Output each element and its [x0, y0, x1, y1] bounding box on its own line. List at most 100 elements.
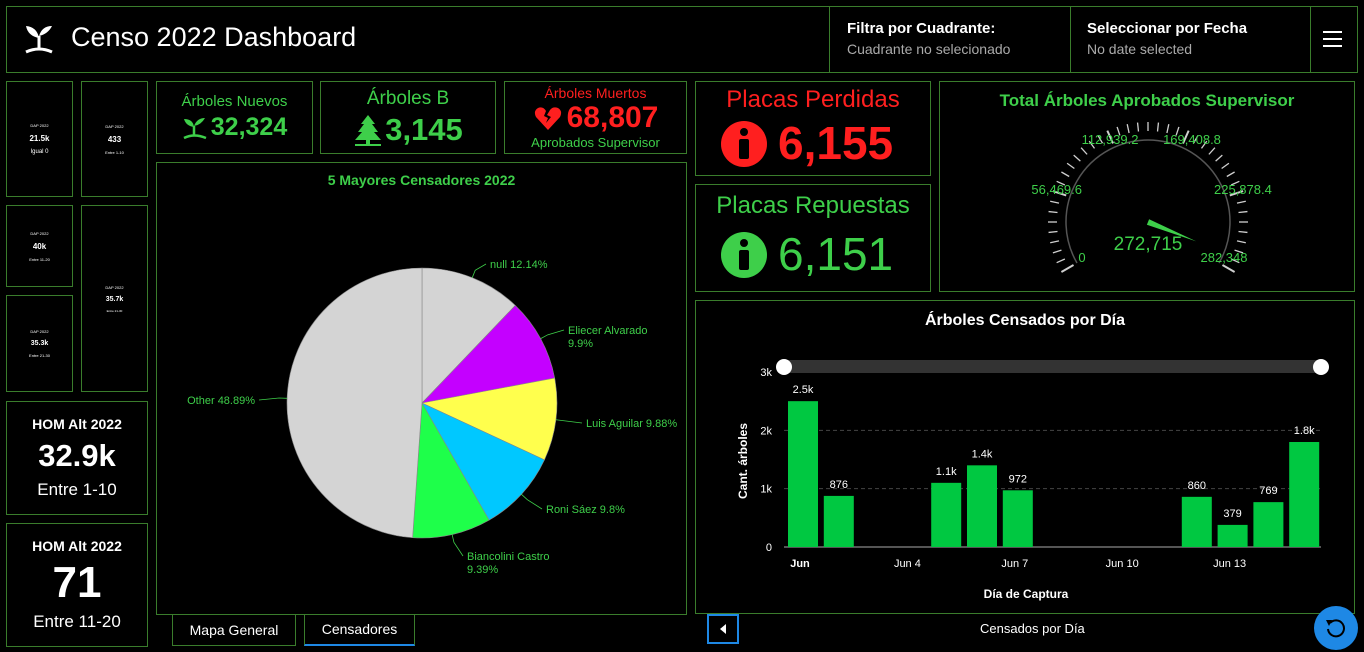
bar-data-label: 1.4k — [972, 448, 993, 460]
mini-card-value: 35.7k — [105, 295, 124, 303]
pie-chart-panel: 5 Mayores Censadores 2022 null 12.14% Eli… — [156, 162, 687, 615]
quadrant-filter[interactable]: Filtra por Cuadrante: Cuadrante no selec… — [847, 20, 1010, 57]
pie-slice — [286, 267, 423, 538]
pie-leader-line — [521, 494, 543, 510]
mini-card-sub: Entre 21-30 — [29, 353, 50, 358]
tab-label: Censadores — [321, 621, 398, 637]
x-tick-label: Jun 13 — [1213, 558, 1246, 570]
pie-leader-line — [555, 419, 583, 424]
tab-censadores[interactable]: Censadores — [304, 614, 415, 646]
hom-card-sub: Entre 1-10 — [37, 480, 117, 499]
mini-card-sub: Entre 21-30 — [106, 308, 123, 313]
chevron-left-icon — [720, 624, 726, 634]
kpi-value: 32,324 — [210, 113, 288, 141]
kpi-sub: Aprobados Supervisor — [531, 135, 660, 150]
bar-data-label: 972 — [1009, 473, 1027, 485]
gauge-tick-label: 225,878.4 — [1214, 182, 1272, 197]
y-axis-title: Cant. árboles — [736, 423, 750, 499]
kpi-arboles-muertos: Árboles Muertos 68,807 Aprobados Supervi… — [504, 81, 687, 154]
gauge-tick-label: 56,469.6 — [1031, 182, 1082, 197]
mini-card-sub: Entre 1-10 — [105, 149, 124, 155]
mini-card: DAP 2022 40k Entre 11-20 — [6, 205, 73, 287]
bar — [1289, 442, 1320, 547]
gauge-tick — [1073, 154, 1081, 162]
hom-card-value: 71 — [52, 558, 102, 607]
hom-card: HOM Alt 2022 71 Entre 11-20 — [6, 523, 148, 647]
range-slider-handle — [1313, 359, 1329, 375]
tree-logo-icon — [22, 22, 56, 56]
gauge-tick — [1056, 258, 1066, 264]
range-slider-handle — [776, 359, 792, 375]
refresh-icon — [1325, 617, 1347, 639]
gauge-tick — [1048, 210, 1058, 214]
gauge-tick — [1221, 162, 1230, 170]
pie-slice-label: Luis Aguilar 9.88% — [586, 418, 677, 430]
kpi-value: 6,155 — [778, 117, 894, 169]
mini-card: DAP 2022 35.3k Entre 21-30 — [6, 295, 73, 392]
hom-card-title: HOM Alt 2022 — [32, 416, 122, 432]
pie-chart: null 12.14% Eliecer Alvarado9.9% Luis Agui… — [187, 259, 677, 576]
gauge-tick — [1048, 230, 1058, 234]
kpi-label: Placas Perdidas — [726, 86, 900, 113]
kpi-label: Placas Repuestas — [716, 192, 910, 219]
kpi-value: 6,151 — [778, 228, 894, 280]
x-tick-label: Jun 4 — [894, 558, 921, 570]
bar-data-label: 769 — [1259, 485, 1277, 497]
pie-slice-label: 9.9% — [568, 338, 593, 350]
gauge-tick — [1050, 200, 1060, 204]
mini-card-title: DAP 2022 — [30, 329, 49, 334]
gauge-tick — [1208, 147, 1216, 155]
gauge-tick — [1066, 162, 1075, 170]
gauge-tick — [1050, 240, 1060, 244]
mini-card-title: DAP 2022 — [105, 123, 124, 129]
prev-page-button[interactable] — [707, 614, 739, 644]
gauge-tick — [1238, 230, 1248, 234]
mini-card-title: DAP 2022 — [30, 123, 49, 128]
mini-card-sub: Igual 0 — [30, 149, 49, 155]
bar-data-label: 876 — [830, 479, 848, 491]
gauge-tick — [1221, 264, 1236, 273]
kpi-value: 68,807 — [566, 101, 659, 134]
tab-mapa-general[interactable]: Mapa General — [172, 614, 296, 646]
bar — [1217, 524, 1248, 547]
kpi-arboles-b: Árboles B 3,145 — [320, 81, 496, 154]
pie-slice-label: Other 48.89% — [187, 395, 255, 407]
mini-card-value: 21.5k — [29, 134, 50, 143]
gauge-tick-label: 112,939.2 — [1082, 132, 1139, 147]
header-divider — [1310, 6, 1311, 73]
tab-label: Mapa General — [189, 621, 279, 638]
y-tick-label: 3k — [760, 367, 772, 379]
gauge-value-label: 272,715 — [1114, 234, 1183, 255]
sprout-icon — [182, 116, 208, 140]
y-tick-label: 0 — [766, 542, 772, 554]
hom-card-value: 32.9k — [38, 438, 116, 473]
pie-leader-line — [471, 263, 487, 278]
x-tick-label: Jun — [790, 558, 810, 570]
bar-chart: 0 1k 2k 3k Jun Jun 4 Jun 7 Jun 10 Jun 13 2.5k 876 1… — [736, 359, 1329, 601]
bar — [1181, 496, 1212, 547]
quadrant-filter-value: Cuadrante no selecionado — [847, 41, 1011, 57]
gauge-tick — [1226, 171, 1235, 178]
gauge-panel: Total Árboles Aprobados Supervisor 0 56,4… — [939, 81, 1355, 292]
hom-card: HOM Alt 2022 32.9k Entre 1-10 — [6, 401, 148, 515]
kpi-label: Árboles Nuevos — [181, 93, 288, 110]
bar — [1002, 490, 1033, 547]
mini-card-value: 40k — [32, 241, 47, 251]
pie-leader-line — [540, 329, 565, 339]
mini-card: DAP 2022 35.7k Entre 21-30 — [81, 205, 148, 392]
header-divider — [829, 6, 830, 73]
mini-card-title: DAP 2022 — [105, 284, 124, 290]
pie-leader-line — [451, 534, 464, 557]
x-tick-label: Jun 7 — [1001, 558, 1028, 570]
menu-icon[interactable] — [1323, 31, 1342, 47]
hom-card-sub: Entre 11-20 — [33, 612, 121, 631]
kpi-placas-repuestas: Placas Repuestas 6,151 — [695, 184, 931, 292]
y-tick-label: 1k — [760, 484, 772, 496]
info-icon — [720, 231, 768, 279]
date-filter[interactable]: Seleccionar por Fecha No date selected — [1087, 20, 1247, 57]
kpi-label: Árboles Muertos — [544, 85, 647, 101]
refresh-button[interactable] — [1314, 606, 1358, 650]
gauge-tick-label: 169,408.8 — [1163, 132, 1221, 147]
gauge-tick — [1136, 122, 1140, 132]
mini-card-value: 433 — [107, 134, 122, 144]
